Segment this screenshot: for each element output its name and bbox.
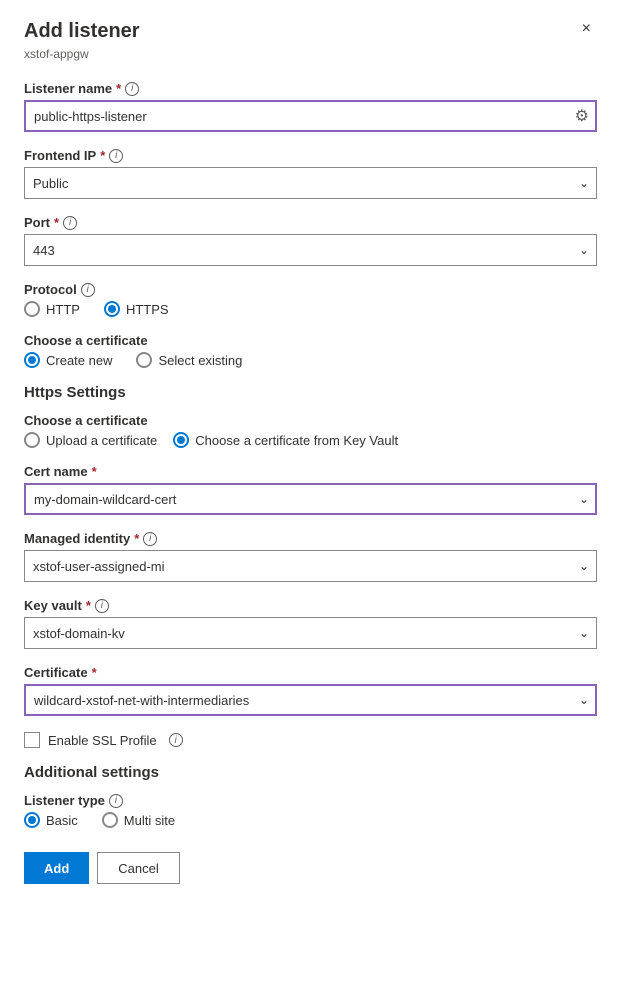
certificate-label: Certificate * xyxy=(24,665,597,680)
certificate-select-existing-radio[interactable] xyxy=(136,352,152,368)
additional-settings-heading: Additional settings xyxy=(24,764,597,781)
listener-type-label: Listener type i xyxy=(24,793,597,808)
https-settings-section: Https Settings Choose a certificate Uplo… xyxy=(24,384,597,748)
port-info-icon[interactable]: i xyxy=(63,216,77,230)
listener-name-label: Listener name * i xyxy=(24,81,597,96)
https-cert-radio-group: Upload a certificate Choose a certificat… xyxy=(24,432,597,448)
listener-type-basic-label: Basic xyxy=(46,813,78,828)
managed-identity-select-wrapper: xstof-user-assigned-mi ⌄ xyxy=(24,550,597,582)
footer-actions: Add Cancel xyxy=(24,852,597,884)
protocol-group: Protocol i HTTP HTTPS xyxy=(24,282,597,317)
certificate-radio-group: Create new Select existing xyxy=(24,352,597,368)
listener-name-group: Listener name * i ⚙ xyxy=(24,81,597,132)
frontend-ip-info-icon[interactable]: i xyxy=(109,149,123,163)
cert-name-label: Cert name * xyxy=(24,464,597,479)
certificate-select-existing-option[interactable]: Select existing xyxy=(136,352,242,368)
listener-type-basic-radio[interactable] xyxy=(24,812,40,828)
protocol-https-option[interactable]: HTTPS xyxy=(104,301,169,317)
protocol-http-option[interactable]: HTTP xyxy=(24,301,80,317)
key-vault-info-icon[interactable]: i xyxy=(95,599,109,613)
additional-settings-section: Additional settings Listener type i Basi… xyxy=(24,764,597,828)
close-button[interactable]: × xyxy=(576,18,597,40)
ssl-profile-group: Enable SSL Profile i xyxy=(24,732,597,748)
https-cert-choice-label: Choose a certificate xyxy=(24,413,597,428)
cert-name-select[interactable]: my-domain-wildcard-cert xyxy=(24,483,597,515)
https-keyvault-cert-radio[interactable] xyxy=(173,432,189,448)
frontend-ip-select[interactable]: Public Private xyxy=(24,167,597,199)
ssl-profile-checkbox-item[interactable]: Enable SSL Profile i xyxy=(24,732,597,748)
panel-subtitle: xstof-appgw xyxy=(24,47,597,61)
protocol-radio-group: HTTP HTTPS xyxy=(24,301,597,317)
protocol-http-label: HTTP xyxy=(46,302,80,317)
protocol-info-icon[interactable]: i xyxy=(81,283,95,297)
certificate-choice-group: Choose a certificate Create new Select e… xyxy=(24,333,597,368)
required-indicator: * xyxy=(92,665,97,680)
certificate-select-wrapper: wildcard-xstof-net-with-intermediaries ⌄ xyxy=(24,684,597,716)
required-indicator: * xyxy=(134,531,139,546)
required-indicator: * xyxy=(86,598,91,613)
key-vault-select[interactable]: xstof-domain-kv xyxy=(24,617,597,649)
cancel-button[interactable]: Cancel xyxy=(97,852,179,884)
managed-identity-group: Managed identity * i xstof-user-assigned… xyxy=(24,531,597,582)
https-upload-cert-label: Upload a certificate xyxy=(46,433,157,448)
https-keyvault-cert-option[interactable]: Choose a certificate from Key Vault xyxy=(173,432,398,448)
listener-name-info-icon[interactable]: i xyxy=(125,82,139,96)
frontend-ip-group: Frontend IP * i Public Private ⌄ xyxy=(24,148,597,199)
protocol-https-label: HTTPS xyxy=(126,302,169,317)
https-cert-choice-group: Choose a certificate Upload a certificat… xyxy=(24,413,597,448)
managed-identity-select[interactable]: xstof-user-assigned-mi xyxy=(24,550,597,582)
frontend-ip-select-wrapper: Public Private ⌄ xyxy=(24,167,597,199)
panel-header: Add listener × xyxy=(24,20,597,43)
panel-title: Add listener xyxy=(24,20,140,43)
port-group: Port * i 443 80 8080 ⌄ xyxy=(24,215,597,266)
listener-name-settings-icon: ⚙ xyxy=(575,106,589,126)
listener-type-info-icon[interactable]: i xyxy=(109,794,123,808)
cert-name-group: Cert name * my-domain-wildcard-cert ⌄ xyxy=(24,464,597,515)
certificate-group: Certificate * wildcard-xstof-net-with-in… xyxy=(24,665,597,716)
port-select-wrapper: 443 80 8080 ⌄ xyxy=(24,234,597,266)
certificate-select-existing-label: Select existing xyxy=(158,353,242,368)
listener-type-radio-group: Basic Multi site xyxy=(24,812,597,828)
add-button[interactable]: Add xyxy=(24,852,89,884)
listener-type-basic-option[interactable]: Basic xyxy=(24,812,78,828)
certificate-choice-label: Choose a certificate xyxy=(24,333,597,348)
protocol-http-radio[interactable] xyxy=(24,301,40,317)
https-keyvault-cert-label: Choose a certificate from Key Vault xyxy=(195,433,398,448)
add-listener-panel: Add listener × xstof-appgw Listener name… xyxy=(0,0,621,1000)
ssl-profile-label: Enable SSL Profile xyxy=(48,733,157,748)
certificate-select[interactable]: wildcard-xstof-net-with-intermediaries xyxy=(24,684,597,716)
frontend-ip-label: Frontend IP * i xyxy=(24,148,597,163)
listener-type-multisite-option[interactable]: Multi site xyxy=(102,812,175,828)
required-indicator: * xyxy=(100,148,105,163)
certificate-create-new-radio[interactable] xyxy=(24,352,40,368)
ssl-profile-info-icon[interactable]: i xyxy=(169,733,183,747)
protocol-https-radio[interactable] xyxy=(104,301,120,317)
key-vault-select-wrapper: xstof-domain-kv ⌄ xyxy=(24,617,597,649)
listener-name-input-wrapper: ⚙ xyxy=(24,100,597,132)
https-settings-heading: Https Settings xyxy=(24,384,597,401)
https-upload-cert-option[interactable]: Upload a certificate xyxy=(24,432,157,448)
required-indicator: * xyxy=(116,81,121,96)
listener-type-multisite-radio[interactable] xyxy=(102,812,118,828)
required-indicator: * xyxy=(92,464,97,479)
cert-name-select-wrapper: my-domain-wildcard-cert ⌄ xyxy=(24,483,597,515)
port-select[interactable]: 443 80 8080 xyxy=(24,234,597,266)
protocol-label: Protocol i xyxy=(24,282,597,297)
required-indicator: * xyxy=(54,215,59,230)
managed-identity-info-icon[interactable]: i xyxy=(143,532,157,546)
listener-name-input[interactable] xyxy=(24,100,597,132)
certificate-create-new-label: Create new xyxy=(46,353,112,368)
port-label: Port * i xyxy=(24,215,597,230)
key-vault-label: Key vault * i xyxy=(24,598,597,613)
managed-identity-label: Managed identity * i xyxy=(24,531,597,546)
listener-type-group: Listener type i Basic Multi site xyxy=(24,793,597,828)
listener-type-multisite-label: Multi site xyxy=(124,813,175,828)
https-upload-cert-radio[interactable] xyxy=(24,432,40,448)
ssl-profile-checkbox[interactable] xyxy=(24,732,40,748)
key-vault-group: Key vault * i xstof-domain-kv ⌄ xyxy=(24,598,597,649)
certificate-create-new-option[interactable]: Create new xyxy=(24,352,112,368)
